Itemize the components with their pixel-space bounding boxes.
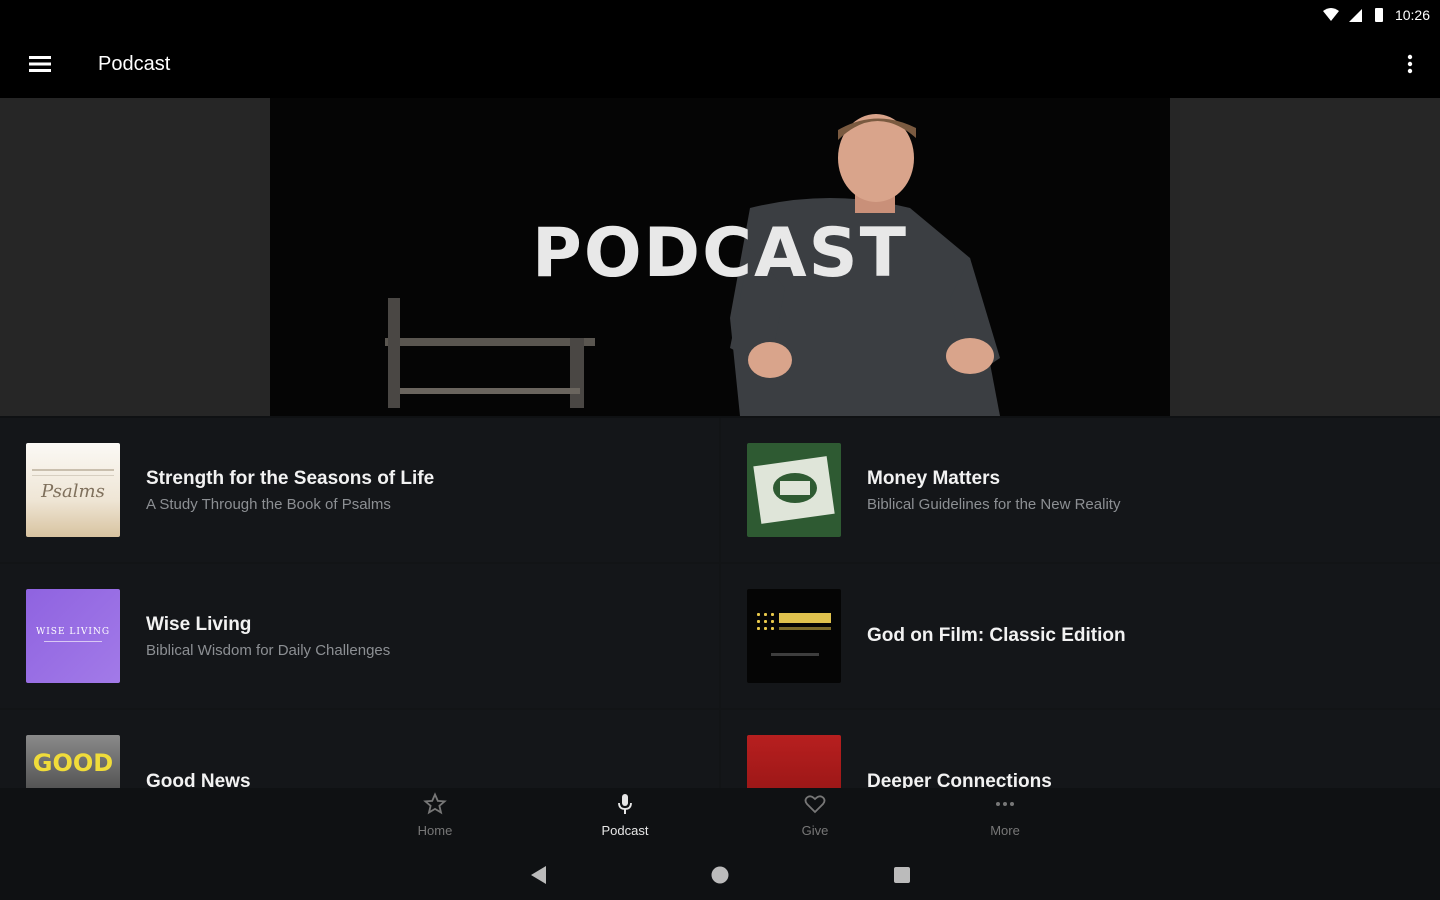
back-button[interactable] <box>524 862 552 888</box>
nav-podcast[interactable]: Podcast <box>585 792 665 846</box>
back-triangle-icon <box>531 866 546 884</box>
more-horizontal-icon <box>996 802 1014 806</box>
podcast-item[interactable]: God on Film: Classic Edition <box>721 564 1440 708</box>
hero-image: PODCAST <box>270 98 1170 416</box>
podcast-thumbnail: Psalms <box>26 443 120 537</box>
status-bar: 10:26 <box>0 0 1440 30</box>
menu-icon <box>29 56 51 72</box>
nav-label: Home <box>417 823 453 838</box>
nav-give[interactable]: Give <box>775 792 855 846</box>
podcast-subtitle: Biblical Guidelines for the New Reality <box>867 495 1121 513</box>
more-vertical-icon <box>1407 54 1413 74</box>
app-bar: Podcast <box>0 30 1440 98</box>
signal-icon <box>1348 9 1362 22</box>
podcast-thumbnail <box>747 735 841 788</box>
podcast-list: Psalms Strength for the Seasons of Life … <box>0 418 1440 788</box>
podcast-item[interactable]: Psalms Strength for the Seasons of Life … <box>0 418 719 562</box>
podcast-thumbnail: WISE LIVING <box>26 589 120 683</box>
podcast-title: Good News <box>146 771 251 788</box>
star-icon <box>423 792 447 815</box>
home-button[interactable] <box>706 862 734 888</box>
podcast-title: Wise Living <box>146 613 252 635</box>
status-time: 10:26 <box>1394 7 1430 23</box>
podcast-item[interactable]: WISE LIVING Wise Living Biblical Wisdom … <box>0 564 719 708</box>
podcast-title: Strength for the Seasons of Life <box>146 467 435 489</box>
microphone-icon <box>618 794 632 814</box>
podcast-subtitle: Biblical Wisdom for Daily Challenges <box>146 641 391 659</box>
recents-button[interactable] <box>888 862 916 888</box>
podcast-item[interactable]: Deeper Connections <box>721 710 1440 788</box>
nav-home[interactable]: Home <box>395 792 475 846</box>
system-navigation-bar <box>0 850 1440 900</box>
menu-button[interactable] <box>20 44 60 84</box>
thumbnail-text: WISE LIVING <box>35 627 111 637</box>
hero-banner: PODCAST <box>0 98 1440 416</box>
page-title: Podcast <box>98 52 171 75</box>
heart-icon <box>804 795 826 814</box>
nav-label: Podcast <box>601 823 649 838</box>
thumbnail-text: Psalms <box>41 481 105 502</box>
recents-square-icon <box>894 867 910 883</box>
overflow-menu-button[interactable] <box>1398 44 1422 84</box>
podcast-subtitle: A Study Through the Book of Psalms <box>146 495 391 513</box>
podcast-thumbnail <box>747 443 841 537</box>
wifi-icon <box>1322 8 1339 21</box>
podcast-title: Money Matters <box>867 467 1001 489</box>
podcast-thumbnail <box>747 589 841 683</box>
podcast-title: Deeper Connections <box>867 771 1052 788</box>
podcast-item[interactable]: GOOD Good News <box>0 710 719 788</box>
bottom-navigation: Home Podcast Give More <box>0 788 1440 850</box>
battery-icon <box>1374 8 1383 22</box>
nav-label: More <box>990 823 1020 838</box>
nav-label: Give <box>801 823 829 838</box>
hero-title: PODCAST <box>532 214 908 293</box>
thumbnail-text: GOOD <box>32 749 114 777</box>
nav-more[interactable]: More <box>965 792 1045 846</box>
podcast-title: God on Film: Classic Edition <box>867 625 1126 646</box>
home-circle-icon <box>711 866 729 884</box>
podcast-thumbnail: GOOD <box>26 735 120 788</box>
podcast-item[interactable]: Money Matters Biblical Guidelines for th… <box>721 418 1440 562</box>
